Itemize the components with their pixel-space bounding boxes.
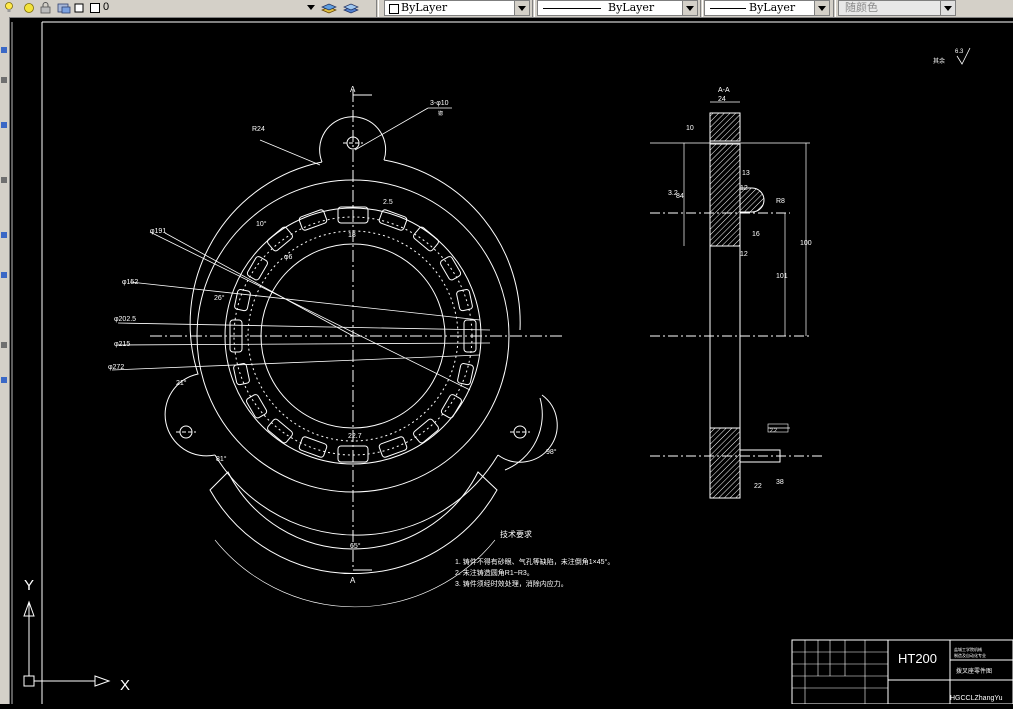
toolbar-separator xyxy=(532,0,535,17)
plotstyle-combo[interactable]: 随颜色 xyxy=(838,0,956,16)
layer-dropdown-arrow[interactable] xyxy=(304,0,318,14)
lineweight-combo-value: ByLayer xyxy=(749,1,796,14)
lineweight-combo[interactable]: ByLayer xyxy=(704,0,830,16)
dim-w25: 2.5 xyxy=(383,199,393,206)
part-name: 拨叉座零件图 xyxy=(956,667,992,675)
draw-tool-icon[interactable] xyxy=(1,232,7,238)
linetype-combo-value: ByLayer xyxy=(608,1,655,14)
side-dim-13: 13 xyxy=(742,170,750,177)
side-dim-84: 84 xyxy=(676,193,684,200)
side-dim-12b: 12 xyxy=(740,251,748,258)
draw-tool-icon[interactable] xyxy=(1,77,7,83)
dim-w18: 18 xyxy=(348,232,356,239)
color-dropdown-arrow[interactable] xyxy=(514,1,529,15)
dim-w22: 22.7 xyxy=(348,433,362,440)
org-line1: 盐城工学院机械 xyxy=(954,646,982,652)
section-label: A-A xyxy=(718,87,730,94)
dim-d191: φ191 xyxy=(150,228,166,235)
lineweight-dropdown-arrow[interactable] xyxy=(814,1,829,15)
side-dim-10: 10 xyxy=(686,125,694,132)
linetype-sample xyxy=(543,8,601,9)
side-dim-12a: 12 xyxy=(740,185,748,192)
cut-label-bottom: A xyxy=(350,576,356,585)
draw-tool-icon[interactable] xyxy=(1,272,7,278)
side-dim-16: 16 xyxy=(752,231,760,238)
side-dim-38: 38 xyxy=(776,479,784,486)
layer-combo[interactable]: 0 xyxy=(88,0,318,16)
watermark: HGCCLZhangYu xyxy=(950,695,1003,702)
dim-d6: φ6 xyxy=(284,254,293,261)
linetype-combo[interactable]: ByLayer xyxy=(537,0,698,16)
tech-req-3: 3. 铸件须经时效处理，消除内应力。 xyxy=(455,579,568,588)
draw-tool-icon[interactable] xyxy=(1,47,7,53)
tech-req-2: 2. 未注铸造圆角R1~R3。 xyxy=(455,568,534,577)
plot-icon[interactable] xyxy=(56,1,72,15)
section-view xyxy=(650,101,825,499)
layer-state-icons[interactable] xyxy=(4,1,20,15)
color-combo[interactable]: ByLayer xyxy=(384,0,530,16)
tech-req-title: 技术要求 xyxy=(500,529,532,539)
drawing-canvas[interactable]: A A 3-φ10 锪 R24 φ191 φ152 φ202.5 φ215 φ2… xyxy=(10,18,1013,705)
material-label: HT200 xyxy=(898,651,937,666)
hole-note: 3-φ10 xyxy=(430,100,449,107)
ucs-y-label: Y xyxy=(24,577,34,594)
cut-label-top: A xyxy=(350,85,356,94)
toolbar-separator xyxy=(376,0,379,17)
dim-d215: φ215 xyxy=(114,341,130,348)
ucs-x-label: X xyxy=(120,677,130,694)
side-rough: 2.2 xyxy=(770,428,777,434)
draw-tool-icon[interactable] xyxy=(1,177,7,183)
side-dim-22: 22 xyxy=(754,483,762,490)
make-current-layer-icon[interactable] xyxy=(320,1,338,15)
toolbar-separator xyxy=(833,0,836,17)
color-combo-value: ByLayer xyxy=(401,1,448,14)
layer-swatch xyxy=(90,3,100,13)
side-dim-100: 100 xyxy=(800,240,812,247)
dim-a98: 98° xyxy=(546,448,557,456)
plotstyle-dropdown-arrow[interactable] xyxy=(940,1,955,15)
dim-r24: R24 xyxy=(252,126,265,133)
side-dim-r8: R8 xyxy=(776,198,785,205)
left-toolbar-strip xyxy=(0,17,10,704)
draw-tool-icon[interactable] xyxy=(1,342,7,348)
hole-note-sub: 锪 xyxy=(438,110,443,117)
toolbar-separator xyxy=(700,0,703,17)
lock-icon[interactable] xyxy=(38,1,54,15)
layer-name: 0 xyxy=(103,1,110,13)
lineweight-sample xyxy=(710,8,746,9)
linetype-dropdown-arrow[interactable] xyxy=(682,1,697,15)
dim-a26: 26° xyxy=(214,294,225,302)
dim-d152: φ152 xyxy=(122,279,138,286)
side-dim-24: 24 xyxy=(718,96,726,103)
roughness-note: 其余 xyxy=(933,57,945,65)
layer-previous-icon[interactable] xyxy=(342,1,360,15)
dim-a10a: 10° xyxy=(256,220,267,228)
side-dim-101: 101 xyxy=(776,273,788,280)
dim-a81: 81° xyxy=(216,455,227,463)
dim-a21: 21° xyxy=(176,379,187,387)
draw-tool-icon[interactable] xyxy=(1,122,7,128)
draw-tool-icon[interactable] xyxy=(1,377,7,383)
freeze-sun-icon[interactable] xyxy=(22,1,38,15)
color-swatch xyxy=(389,4,399,14)
properties-toolbar: 0 ByLayer ByLayer ByLayer 随颜色 xyxy=(0,0,1013,18)
org-line2: 制造及自动化专业 xyxy=(954,652,986,658)
roughness-value: 6.3 xyxy=(955,49,964,55)
tech-req-1: 1. 铸件不得有砂眼、气孔等缺陷，未注倒角1×45°。 xyxy=(455,557,614,566)
front-view xyxy=(111,90,565,608)
plotstyle-combo-value: 随颜色 xyxy=(845,1,878,14)
dim-d202: φ202.5 xyxy=(114,316,136,323)
dim-a65: 65° xyxy=(350,542,361,550)
ucs-icon xyxy=(23,600,111,687)
layer-color-icon[interactable] xyxy=(74,1,86,15)
dim-d272: φ272 xyxy=(108,364,124,371)
